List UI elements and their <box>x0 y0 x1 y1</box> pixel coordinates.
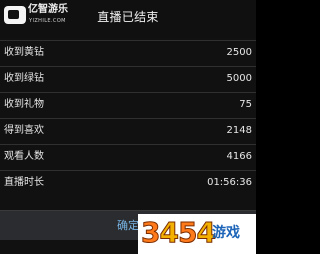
watermark-digit: 4 <box>159 216 180 249</box>
stat-value: 01:56:36 <box>207 177 252 188</box>
stat-row-gifts: 收到礼物 75 <box>0 92 256 117</box>
stat-label: 得到喜欢 <box>4 125 44 136</box>
stat-label: 收到绿钻 <box>4 73 44 84</box>
stat-label: 观看人数 <box>4 151 44 162</box>
watermark-digit: 5 <box>177 216 198 249</box>
stat-row-duration: 直播时长 01:56:36 <box>0 170 256 195</box>
stat-value: 4166 <box>226 151 252 162</box>
stat-label: 直播时长 <box>4 177 44 188</box>
stat-label: 收到礼物 <box>4 99 44 110</box>
watermark-digits: 3454 <box>140 216 216 249</box>
stat-row-likes: 得到喜欢 2148 <box>0 118 256 143</box>
watermark-text: 游戏 <box>212 225 240 241</box>
stat-value: 2500 <box>226 47 252 58</box>
dialog-title: 直播已结束 <box>97 10 159 24</box>
stat-value: 5000 <box>226 73 252 84</box>
site-watermark: 3454 游戏 <box>138 214 256 254</box>
stat-value: 2148 <box>226 125 252 136</box>
stat-label: 收到黄钻 <box>4 47 44 58</box>
watermark-digit: 3 <box>140 216 161 249</box>
stat-value: 75 <box>239 99 252 110</box>
stat-row-viewers: 观看人数 4166 <box>0 144 256 169</box>
stat-row-yellow-diamonds: 收到黄钻 2500 <box>0 40 256 65</box>
stat-row-green-diamonds: 收到绿钻 5000 <box>0 66 256 91</box>
dialog-header: 亿智游乐 YIZHILE.COM 直播已结束 <box>0 0 256 38</box>
screen: 亿智游乐 YIZHILE.COM 直播已结束 收到黄钻 2500 收到绿钻 50… <box>0 0 256 254</box>
